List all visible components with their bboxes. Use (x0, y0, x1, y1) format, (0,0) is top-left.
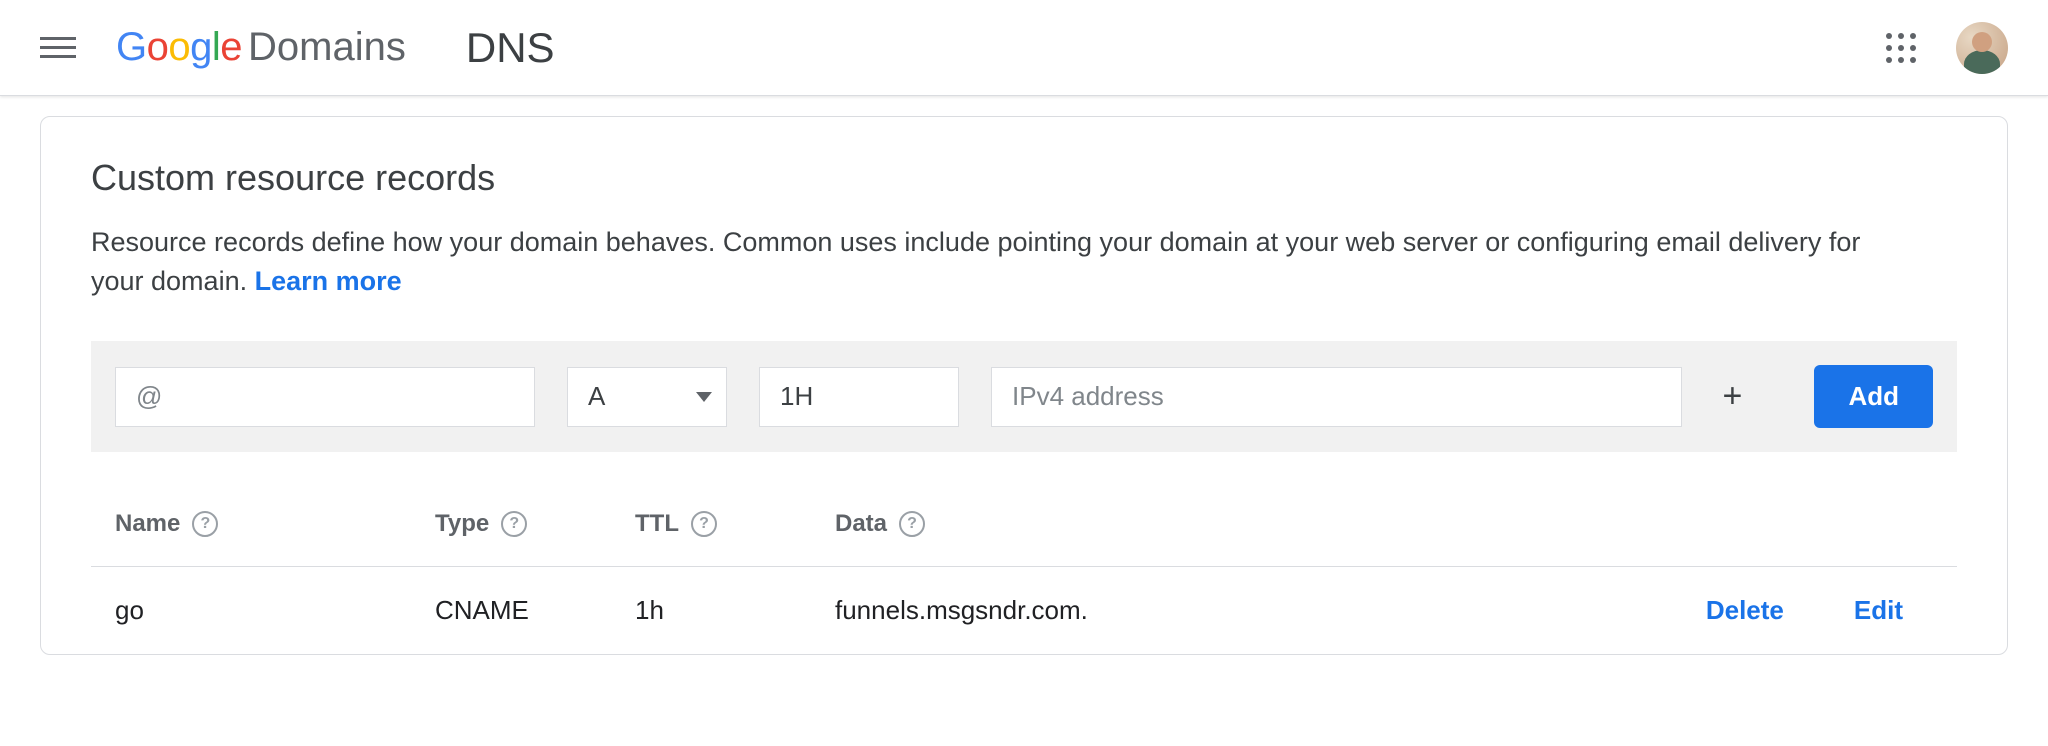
edit-button[interactable]: Edit (1854, 595, 1903, 626)
record-type-select[interactable]: A (567, 367, 727, 427)
record-ttl-input[interactable] (780, 381, 938, 412)
record-data-input-wrap (991, 367, 1682, 427)
th-name: Name ? (115, 510, 435, 538)
record-name-input[interactable] (136, 381, 514, 412)
product-name: Domains (248, 25, 406, 70)
help-icon[interactable]: ? (691, 511, 717, 537)
record-data-input[interactable] (1012, 381, 1661, 412)
learn-more-link[interactable]: Learn more (255, 266, 402, 296)
th-type: Type ? (435, 510, 635, 538)
record-type-value: A (588, 381, 605, 412)
record-ttl-input-wrap (759, 367, 959, 427)
card-description: Resource records define how your domain … (91, 223, 1911, 301)
cell-ttl: 1h (635, 595, 835, 626)
add-record-button[interactable]: Add (1814, 365, 1933, 428)
help-icon[interactable]: ? (899, 511, 925, 537)
app-header: Google Domains DNS (0, 0, 2048, 96)
cell-type: CNAME (435, 595, 635, 626)
delete-button[interactable]: Delete (1706, 595, 1784, 626)
th-ttl: TTL ? (635, 510, 835, 538)
google-domains-logo[interactable]: Google Domains (116, 25, 406, 70)
resource-records-card: Custom resource records Resource records… (40, 116, 2008, 655)
th-type-label: Type (435, 510, 489, 538)
record-name-input-wrap (115, 367, 535, 427)
help-icon[interactable]: ? (501, 511, 527, 537)
card-title: Custom resource records (91, 157, 1957, 199)
add-record-strip: A + Add (91, 341, 1957, 452)
cell-data: funnels.msgsndr.com. (835, 595, 1395, 626)
chevron-down-icon (696, 392, 712, 402)
apps-grid-icon[interactable] (1886, 33, 1916, 63)
row-actions: Delete Edit (1395, 595, 1933, 626)
records-table: Name ? Type ? TTL ? Data ? (91, 482, 1957, 654)
menu-icon[interactable] (40, 30, 76, 66)
th-data: Data ? (835, 510, 1395, 538)
cell-name: go (115, 595, 435, 626)
table-header: Name ? Type ? TTL ? Data ? (91, 482, 1957, 567)
th-ttl-label: TTL (635, 510, 679, 538)
help-icon[interactable]: ? (192, 511, 218, 537)
table-row: go CNAME 1h funnels.msgsndr.com. Delete … (91, 567, 1957, 654)
avatar[interactable] (1956, 22, 2008, 74)
th-name-label: Name (115, 510, 180, 538)
page-title: DNS (466, 24, 555, 72)
add-data-entry-button[interactable]: + (1714, 379, 1750, 415)
th-data-label: Data (835, 510, 887, 538)
